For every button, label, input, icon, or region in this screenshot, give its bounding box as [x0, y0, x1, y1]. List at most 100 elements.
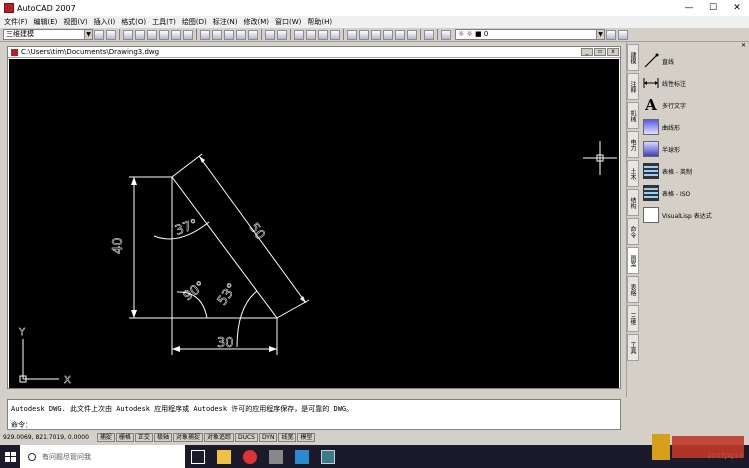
- cut-icon[interactable]: [200, 29, 210, 40]
- zoom-realtime-icon[interactable]: [306, 29, 316, 40]
- table-icon: [643, 163, 659, 179]
- minimize-button[interactable]: —: [677, 0, 701, 16]
- paste-icon[interactable]: [224, 29, 234, 40]
- tab-tools[interactable]: 工具: [627, 334, 639, 361]
- help-icon[interactable]: [424, 29, 434, 40]
- close-button[interactable]: ✕: [725, 0, 749, 16]
- zoom-previous-icon[interactable]: [330, 29, 340, 40]
- tab-electrical[interactable]: 电力: [627, 131, 639, 158]
- new-file-icon[interactable]: [123, 29, 133, 40]
- autocad-taskbar-icon[interactable]: [321, 449, 335, 464]
- markup-icon[interactable]: [395, 29, 405, 40]
- save-icon[interactable]: [147, 29, 157, 40]
- workspace-settings-icon[interactable]: [94, 29, 104, 40]
- polar-toggle[interactable]: 极轴: [153, 432, 172, 442]
- properties-icon[interactable]: [347, 29, 357, 40]
- print-preview-icon[interactable]: [171, 29, 181, 40]
- tab-mechanical[interactable]: 机械: [627, 102, 639, 129]
- model-toggle[interactable]: 模型: [297, 432, 316, 442]
- grid-toggle[interactable]: 栅格: [115, 432, 134, 442]
- menu-edit[interactable]: 编辑(E): [34, 17, 58, 27]
- drawing-canvas[interactable]: 40 30 50 37° 90° 53° Y X: [9, 59, 619, 388]
- tab-3d[interactable]: 三维: [627, 305, 639, 332]
- tool-palettes-icon[interactable]: [371, 29, 381, 40]
- command-prompt[interactable]: 命令：: [11, 420, 32, 430]
- palette-item-table-iso[interactable]: 表格 - ISO: [640, 182, 749, 204]
- tool-palette: ✕ 直线 线性标注 A 多行文字 曲线形 半球形 表格 - 英制 表格 - IS: [640, 42, 749, 397]
- workspace-dropdown[interactable]: 三维建模 ▼: [3, 29, 93, 40]
- layer-dropdown[interactable]: ☼ ☼ ■ 0 ▼: [455, 29, 605, 40]
- publish-icon[interactable]: [183, 29, 193, 40]
- tab-structural[interactable]: 结构: [627, 189, 639, 216]
- ortho-toggle[interactable]: 正交: [134, 432, 153, 442]
- chrome-icon[interactable]: [243, 449, 257, 464]
- calculator-icon[interactable]: [407, 29, 417, 40]
- maximize-button[interactable]: ☐: [701, 0, 725, 16]
- task-view-icon[interactable]: [191, 449, 205, 464]
- calculator-app-icon[interactable]: [269, 449, 283, 464]
- palette-item-line[interactable]: 直线: [640, 50, 749, 72]
- tab-annotation[interactable]: 注释: [627, 73, 639, 100]
- menu-format[interactable]: 格式(O): [121, 17, 146, 27]
- tab-tables[interactable]: 表格: [627, 276, 639, 303]
- chevron-down-icon: ▼: [596, 30, 604, 39]
- file-explorer-icon[interactable]: [217, 449, 231, 464]
- drawing-file-icon: [11, 48, 18, 56]
- menu-window[interactable]: 窗口(W): [275, 17, 301, 27]
- layer-previous-icon[interactable]: [618, 29, 628, 40]
- palette-item-visuallisp[interactable]: VisualLisp 表达式: [640, 204, 749, 226]
- pan-icon[interactable]: [294, 29, 304, 40]
- osnap-toggle[interactable]: 对象捕捉: [172, 432, 203, 442]
- make-current-layer-icon[interactable]: [606, 29, 616, 40]
- otrack-toggle[interactable]: 对象追踪: [203, 432, 234, 442]
- redo-icon[interactable]: [277, 29, 287, 40]
- tab-modeling[interactable]: 建模: [627, 44, 639, 71]
- dyn-toggle[interactable]: DYN: [259, 432, 278, 442]
- close-icon[interactable]: ✕: [741, 42, 746, 50]
- undo-icon[interactable]: [265, 29, 275, 40]
- palette-item-gradient-hemisphere[interactable]: 半球形: [640, 138, 749, 160]
- drawing-close-button[interactable]: x: [607, 48, 619, 56]
- dim-arrow: [199, 156, 205, 163]
- dim-arrow: [172, 346, 180, 352]
- ducs-toggle[interactable]: DUCS: [234, 432, 258, 442]
- tab-command[interactable]: 命令: [627, 218, 639, 245]
- open-file-icon[interactable]: [135, 29, 145, 40]
- match-properties-icon[interactable]: [236, 29, 246, 40]
- zoom-window-icon[interactable]: [318, 29, 328, 40]
- block-editor-icon[interactable]: [248, 29, 258, 40]
- snap-toggle[interactable]: 捕捉: [96, 432, 115, 442]
- copy-icon[interactable]: [212, 29, 222, 40]
- start-button[interactable]: [0, 445, 20, 468]
- palette-item-mtext[interactable]: A 多行文字: [640, 94, 749, 116]
- dim-text-angle-53: 53°: [215, 281, 241, 308]
- layer-manager-icon[interactable]: [441, 29, 451, 40]
- palette-item-table-imperial[interactable]: 表格 - 英制: [640, 160, 749, 182]
- menu-help[interactable]: 帮助(H): [307, 17, 332, 27]
- palette-item-gradient-curved[interactable]: 曲线形: [640, 116, 749, 138]
- command-window[interactable]: Autodesk DWG. 此文件上次由 Autodesk 应用程序或 Auto…: [7, 399, 621, 430]
- gear-icon[interactable]: [106, 29, 116, 40]
- drawing-restore-button[interactable]: ▫: [594, 48, 606, 56]
- coordinate-readout[interactable]: 929.0069, 821.7019, 0.0000: [3, 434, 89, 441]
- menu-draw[interactable]: 绘图(D): [182, 17, 207, 27]
- lineweight-toggle[interactable]: 线宽: [278, 432, 297, 442]
- separator: [437, 29, 438, 40]
- palette-item-linear-dimension[interactable]: 线性标注: [640, 72, 749, 94]
- drawing-minimize-button[interactable]: _: [581, 48, 593, 56]
- menu-modify[interactable]: 修改(M): [243, 17, 269, 27]
- taskbar-search[interactable]: 有问题尽管问我: [20, 445, 185, 468]
- menu-dimension[interactable]: 标注(N): [213, 17, 238, 27]
- telegram-icon[interactable]: [295, 449, 309, 464]
- menu-tools[interactable]: 工具(T): [152, 17, 176, 27]
- dim-arrow: [300, 296, 306, 303]
- sheet-set-icon[interactable]: [383, 29, 393, 40]
- tab-hatch[interactable]: 图案: [627, 247, 639, 274]
- menu-file[interactable]: 文件(F): [4, 17, 28, 27]
- menu-view[interactable]: 视图(V): [63, 17, 87, 27]
- menu-insert[interactable]: 插入(I): [94, 17, 116, 27]
- status-bar: 929.0069, 821.7019, 0.0000 捕捉 栅格 正交 极轴 对…: [0, 432, 749, 442]
- print-icon[interactable]: [159, 29, 169, 40]
- design-center-icon[interactable]: [359, 29, 369, 40]
- tab-civil[interactable]: 土木: [627, 160, 639, 187]
